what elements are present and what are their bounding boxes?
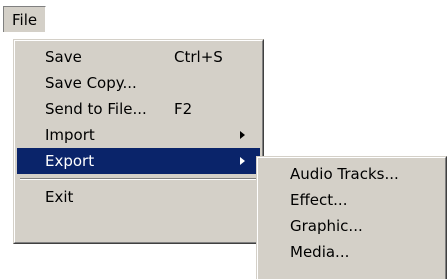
menu-item-label: Audio Tracks... [290, 165, 399, 183]
menu-item-label: Effect... [290, 191, 348, 209]
menu-item-save-copy[interactable]: Save Copy... [17, 70, 260, 96]
menu-item-label: Exit [45, 188, 74, 206]
export-submenu: Audio Tracks... Effect... Graphic... Med… [256, 156, 447, 279]
menu-item-label: Export [45, 152, 95, 170]
submenu-arrow-icon [240, 131, 245, 139]
menu-item-label: Media... [290, 243, 350, 261]
menu-item-send-to-file[interactable]: Send to File... F2 [17, 96, 260, 122]
menu-item-label: Graphic... [290, 217, 363, 235]
menu-separator [17, 174, 260, 184]
menu-item-audio-tracks[interactable]: Audio Tracks... [260, 161, 443, 187]
menu-item-effect[interactable]: Effect... [260, 187, 443, 213]
screen: File Save Ctrl+S Save Copy... Send to Fi… [0, 0, 447, 279]
menu-item-save[interactable]: Save Ctrl+S [17, 44, 260, 70]
menu-item-label: Import [45, 126, 95, 144]
menu-item-import[interactable]: Import [17, 122, 260, 148]
menu-item-label: Send to File... [45, 100, 147, 118]
shortcut-label: Ctrl+S [174, 48, 223, 66]
menu-item-media[interactable]: Media... [260, 239, 443, 265]
menubar-file-label: File [12, 10, 38, 29]
menu-item-graphic[interactable]: Graphic... [260, 213, 443, 239]
menu-item-exit[interactable]: Exit [17, 184, 260, 210]
menu-item-label: Save [45, 48, 82, 66]
menu-item-export[interactable]: Export [17, 148, 260, 174]
menubar-file[interactable]: File [3, 6, 47, 32]
file-menu: Save Ctrl+S Save Copy... Send to File...… [13, 39, 264, 244]
menu-item-label: Save Copy... [45, 74, 137, 92]
shortcut-label: F2 [174, 100, 193, 118]
submenu-arrow-icon [240, 157, 245, 165]
